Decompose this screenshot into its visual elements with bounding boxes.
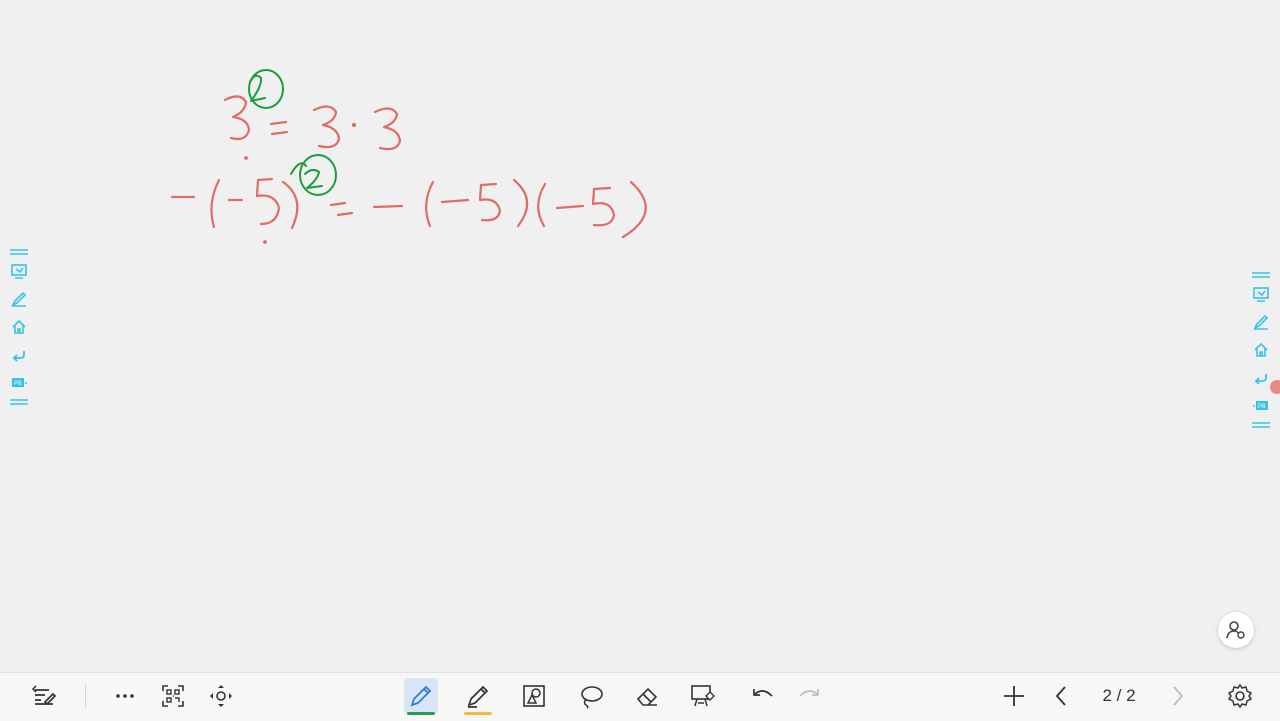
highlighter-tool-button[interactable] (461, 678, 495, 715)
whiteboard-icon[interactable] (1252, 285, 1270, 303)
pen-icon (410, 685, 432, 707)
home-icon[interactable] (1252, 341, 1270, 359)
whiteboard-icon[interactable] (10, 262, 28, 280)
home-icon[interactable] (10, 318, 28, 336)
move-button[interactable] (204, 680, 238, 712)
next-page-button[interactable] (1160, 680, 1194, 712)
redo-button[interactable] (792, 680, 826, 712)
toolbar-divider (85, 684, 86, 708)
lasso-tool-button[interactable] (574, 680, 608, 712)
chevron-left-icon (1055, 686, 1066, 706)
more-button[interactable] (108, 680, 142, 712)
eraser-icon (636, 687, 658, 706)
add-page-button[interactable] (997, 680, 1031, 712)
whiteboard-canvas[interactable] (0, 0, 1280, 672)
settings-button[interactable] (1223, 680, 1257, 712)
back-icon[interactable] (10, 346, 28, 364)
edit-notes-button[interactable] (27, 680, 61, 712)
pen-color-indicator (407, 712, 435, 715)
page-indicator: 2 / 2 (1102, 686, 1136, 705)
right-side-toolbar: P8 (1250, 270, 1272, 430)
move-icon (210, 685, 232, 707)
pointer-dot (1270, 380, 1280, 394)
chevron-right-icon (1173, 686, 1184, 706)
handwriting-red (170, 95, 647, 244)
more-icon (116, 694, 134, 698)
svg-text:P8: P8 (14, 381, 22, 387)
pen-icon[interactable] (10, 290, 28, 308)
pen-tool-button[interactable] (404, 678, 438, 715)
undo-button[interactable] (746, 680, 780, 712)
qr-code-icon (162, 685, 184, 707)
handwriting-green (248, 69, 337, 196)
highlighter-color-indicator (464, 712, 492, 715)
menu-icon[interactable] (1252, 272, 1270, 278)
plus-icon (1004, 686, 1024, 706)
shapes-tool-button[interactable] (517, 680, 551, 712)
teaching-tools-icon (691, 685, 715, 707)
undo-icon (753, 689, 773, 697)
lasso-icon (581, 686, 603, 709)
svg-text:P8: P8 (1258, 404, 1266, 410)
shapes-icon (523, 685, 545, 707)
ppt-icon[interactable]: P8 (10, 374, 28, 392)
previous-page-button[interactable] (1045, 680, 1079, 712)
qr-code-button[interactable] (156, 680, 190, 712)
menu-icon[interactable] (10, 249, 28, 255)
edit-list-icon (31, 685, 57, 706)
gear-icon (1227, 683, 1253, 709)
back-icon[interactable] (1252, 369, 1270, 387)
left-side-toolbar: P8 (8, 247, 30, 407)
pen-icon[interactable] (1252, 313, 1270, 331)
user-account-button[interactable] (1218, 612, 1254, 648)
menu-icon[interactable] (10, 399, 28, 405)
eraser-tool-button[interactable] (630, 680, 664, 712)
menu-icon[interactable] (1252, 422, 1270, 428)
highlighter-icon (467, 685, 489, 708)
redo-icon (799, 689, 819, 697)
ppt-icon[interactable]: P8 (1252, 397, 1270, 415)
teaching-tools-button[interactable] (686, 680, 720, 712)
user-icon (1226, 621, 1245, 639)
